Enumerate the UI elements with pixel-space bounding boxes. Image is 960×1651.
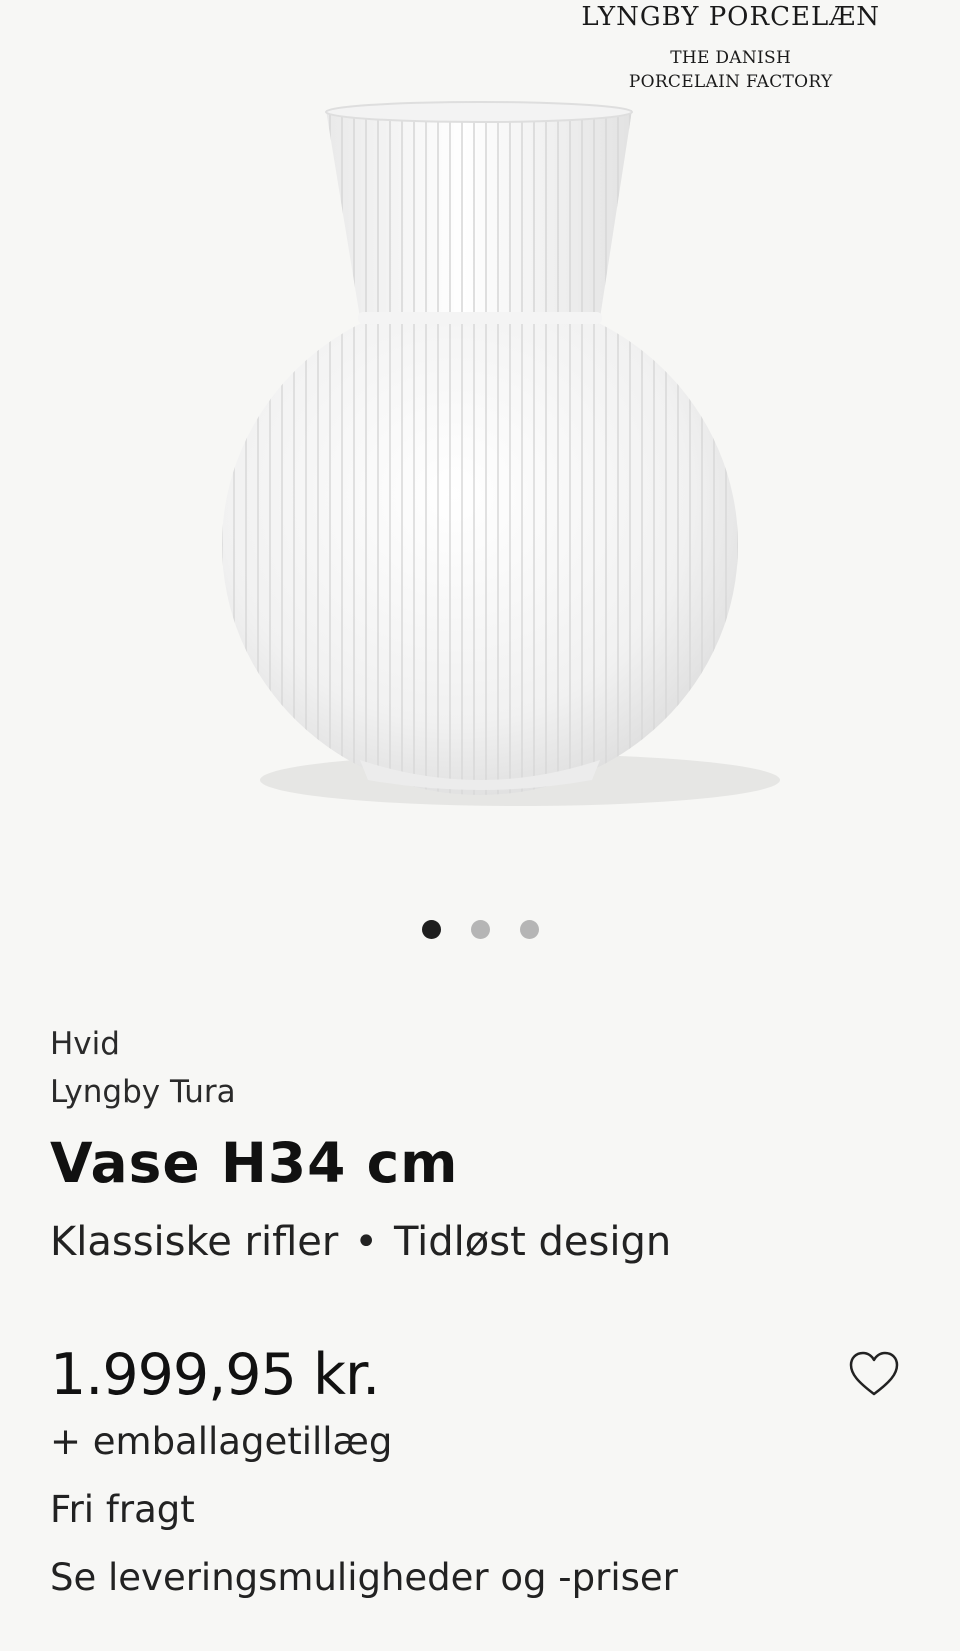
feature-separator: • <box>354 1219 378 1265</box>
packaging-note: + emballagetillæg <box>50 1420 393 1463</box>
gallery-dot-2[interactable] <box>470 920 490 939</box>
product-color: Hvid <box>50 1026 120 1062</box>
product-features: Klassiske rifler • Tidløst design <box>50 1216 910 1268</box>
brand-subtitle-line1: THE DANISH <box>670 48 792 68</box>
product-series: Lyngby Tura <box>50 1074 236 1110</box>
feature-2: Tidløst design <box>393 1219 672 1265</box>
brand-subtitle-line2: PORCELAIN FACTORY <box>628 72 833 92</box>
gallery-dot-3[interactable] <box>519 920 539 939</box>
product-image[interactable] <box>0 0 960 900</box>
heart-icon[interactable] <box>848 1350 900 1398</box>
brand-logo: LYNGBY PORCELÆN THE DANISH PORCELAIN FAC… <box>581 2 880 94</box>
price-row: 1.999,95 kr. <box>50 1340 910 1410</box>
shipping-info: Fri fragt <box>50 1488 195 1531</box>
brand-subtitle: THE DANISH PORCELAIN FACTORY <box>581 46 880 94</box>
product-price: 1.999,95 kr. <box>50 1342 380 1408</box>
product-image-gallery[interactable]: LYNGBY PORCELÆN THE DANISH PORCELAIN FAC… <box>0 0 960 960</box>
product-info: Hvid Lyngby Tura Vase H34 cm Klassiske r… <box>50 1020 910 1268</box>
product-title: Vase H34 cm <box>50 1131 459 1195</box>
gallery-dot-1[interactable] <box>421 920 441 939</box>
delivery-options-link[interactable]: Se leveringsmuligheder og -priser <box>50 1556 678 1599</box>
gallery-pagination <box>0 920 960 939</box>
brand-name: LYNGBY PORCELÆN <box>581 2 880 32</box>
feature-1: Klassiske rifler <box>50 1219 339 1265</box>
